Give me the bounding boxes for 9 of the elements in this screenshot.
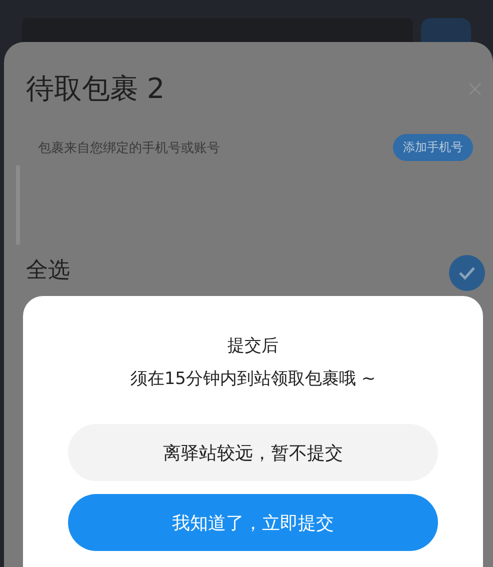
decline-button[interactable]: 离驿站较远，暂不提交 — [68, 424, 438, 481]
dialog-message: 提交后 — [228, 335, 278, 357]
source-note: 包裹来自您绑定的手机号或账号 — [37, 140, 220, 156]
add-phone-button[interactable]: 添加手机号 — [393, 134, 473, 161]
dialog-message: 须在15分钟内到站领取包裹哦 ~ — [130, 368, 376, 390]
submit-button[interactable]: 我知道了，立即提交 — [68, 494, 438, 551]
sheet-title: 待取包裹 2 — [26, 71, 165, 107]
select-all-label: 全选 — [26, 257, 70, 285]
check-circle-icon[interactable] — [449, 255, 485, 291]
